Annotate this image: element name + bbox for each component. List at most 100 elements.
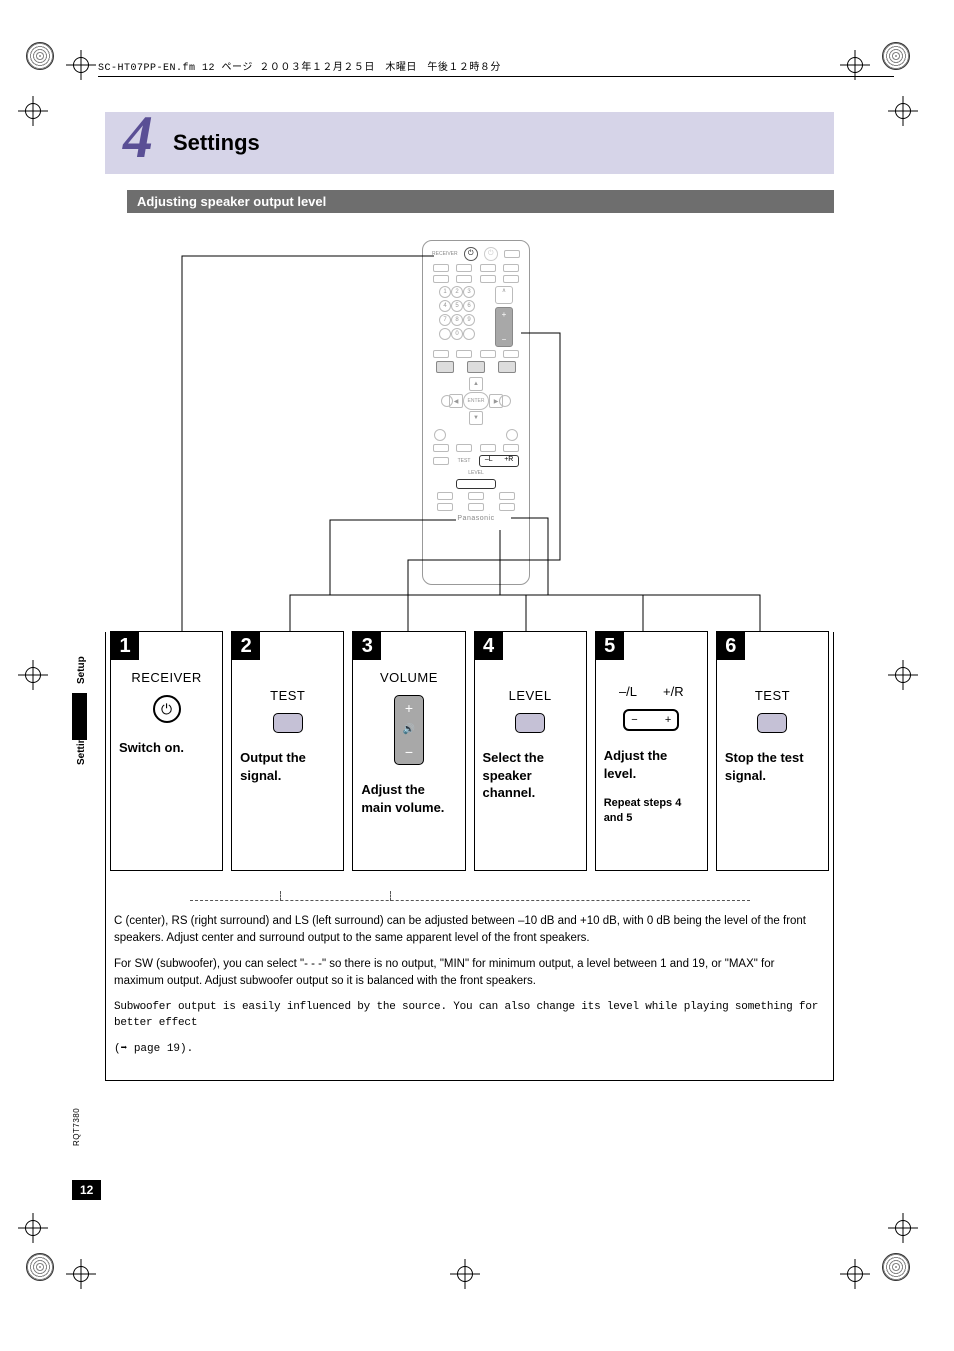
step-number: 3 <box>353 632 381 660</box>
remote-generic-button <box>480 264 496 272</box>
note-paragraph-1: C (center), RS (right surround) and LS (… <box>114 913 825 946</box>
remote-numpad-button: 2 <box>451 286 463 298</box>
chapter-title: Settings <box>173 130 260 156</box>
remote-transport-button <box>436 361 454 373</box>
remote-generic-button <box>480 275 496 283</box>
remote-numpad-button: 1 <box>439 286 451 298</box>
remote-dpad-aux-right <box>499 395 511 407</box>
remote-generic-button <box>503 275 519 283</box>
remote-dpad-down: ▼ <box>469 411 483 425</box>
remote-dpad-up: ▲ <box>469 377 483 391</box>
remote-generic-button <box>499 503 515 511</box>
dashed-separator <box>190 900 750 901</box>
step-action: Adjust the level. <box>604 747 699 782</box>
registration-mark <box>888 1213 918 1243</box>
page-ref-suffix: ). <box>180 1043 193 1055</box>
crop-ornament <box>26 1253 54 1281</box>
remote-generic-button <box>480 350 496 358</box>
registration-mark <box>18 1213 48 1243</box>
remote-dpad-left: ◀ <box>449 394 463 408</box>
remote-generic-button <box>456 264 472 272</box>
remote-numpad-button: 7 <box>439 314 451 326</box>
note-paragraph-3: Subwoofer output is easily influenced by… <box>114 1000 825 1032</box>
section-title-bar: Adjusting speaker output level <box>127 190 834 213</box>
step-number: 4 <box>475 632 503 660</box>
remote-numpad-button: 9 <box>463 314 475 326</box>
volume-rocker-icon: +🔊− <box>394 695 424 765</box>
remote-generic-button <box>504 250 520 258</box>
note-paragraph-2: For SW (subwoofer), you can select "- - … <box>114 956 825 989</box>
remote-dpad: ▲ ◀ ENTER ▶ ▼ <box>441 377 511 425</box>
remote-enter-button: ENTER <box>463 392 489 410</box>
step-number: 1 <box>111 632 139 660</box>
crop-ornament <box>882 1253 910 1281</box>
remote-generic-button <box>468 492 484 500</box>
remote-generic-button <box>499 492 515 500</box>
step-control-label: RECEIVER <box>131 670 201 685</box>
step-5: 5 –/L +/R −+ Adjust the level. Repeat st… <box>595 631 708 871</box>
remote-numpad-button: 8 <box>451 314 463 326</box>
side-tab-settings: Settings <box>72 716 91 775</box>
registration-mark <box>66 1259 96 1289</box>
remote-generic-button <box>503 350 519 358</box>
remote-generic-button <box>433 350 449 358</box>
procedure-flow-container: 1 RECEIVER ⏻ Switch on. 2 TEST Output th… <box>105 632 834 1081</box>
step-1: 1 RECEIVER ⏻ Switch on. <box>110 631 223 871</box>
step-3: 3 VOLUME +🔊− Adjust the main volume. <box>352 631 465 871</box>
step-control-label-left: –/L <box>619 684 637 699</box>
remote-numpad-button: 6 <box>463 300 475 312</box>
remote-numpad-button <box>439 328 451 340</box>
step-2: 2 TEST Output the signal. <box>231 631 344 871</box>
remote-numpad-button <box>463 328 475 340</box>
registration-mark <box>888 96 918 126</box>
remote-generic-button <box>456 350 472 358</box>
notes-block: C (center), RS (right surround) and LS (… <box>112 894 827 1072</box>
step-subnote: Repeat steps 4 and 5 <box>604 796 699 826</box>
step-action: Stop the test signal. <box>725 749 820 784</box>
remote-numpad-button: 4 <box>439 300 451 312</box>
level-button-icon <box>515 713 545 733</box>
remote-generic-button <box>506 429 518 441</box>
step-control-label-right: +/R <box>663 684 684 699</box>
step-action: Output the signal. <box>240 749 335 784</box>
page-ref-prefix: (➡ <box>114 1043 134 1055</box>
step-control-label: TEST <box>755 688 790 703</box>
document-code: RQT7380 <box>72 1108 81 1146</box>
registration-mark <box>450 1259 480 1289</box>
remote-level-rocker <box>456 479 496 489</box>
remote-volume-rocker: +− <box>495 307 513 347</box>
registration-mark <box>66 50 96 80</box>
registration-mark <box>888 660 918 690</box>
registration-mark <box>18 660 48 690</box>
step-action: Switch on. <box>119 739 184 757</box>
remote-generic-button <box>456 444 472 452</box>
remote-numpad-button: 5 <box>451 300 463 312</box>
registration-mark <box>840 1259 870 1289</box>
step-number: 5 <box>596 632 624 660</box>
remote-transport-button <box>467 361 485 373</box>
test-button-icon <box>757 713 787 733</box>
remote-generic-button <box>437 492 453 500</box>
chapter-heading-band: 4 Settings <box>105 112 834 174</box>
step-control-label: TEST <box>270 688 305 703</box>
remote-channel-up-button: ∧ <box>495 286 513 304</box>
file-header-line: SC-HT07PP-EN.fm 12 ページ ２００３年１２月２５日 木曜日 午… <box>98 58 894 77</box>
remote-generic-button <box>456 275 472 283</box>
remote-generic-button <box>434 429 446 441</box>
step-number: 2 <box>232 632 260 660</box>
remote-generic-button <box>433 275 449 283</box>
crop-ornament <box>26 42 54 70</box>
step-action: Adjust the main volume. <box>361 781 456 816</box>
power-button-icon: ⏻ <box>153 695 181 723</box>
step-control-label: LEVEL <box>509 688 552 703</box>
remote-test-label: TEST <box>458 458 471 464</box>
remote-secondary-power-icon: ⏻ <box>484 247 498 261</box>
remote-channel-rocker: –L +R <box>479 455 519 467</box>
step-number: 6 <box>717 632 745 660</box>
registration-mark <box>18 96 48 126</box>
remote-channel-minus-label: –L <box>480 456 498 466</box>
step-control-label: VOLUME <box>380 670 438 685</box>
step-6: 6 TEST Stop the test signal. <box>716 631 829 871</box>
page-ref-page: page 19 <box>134 1043 180 1055</box>
note-page-reference: (➡ page 19). <box>114 1042 825 1058</box>
